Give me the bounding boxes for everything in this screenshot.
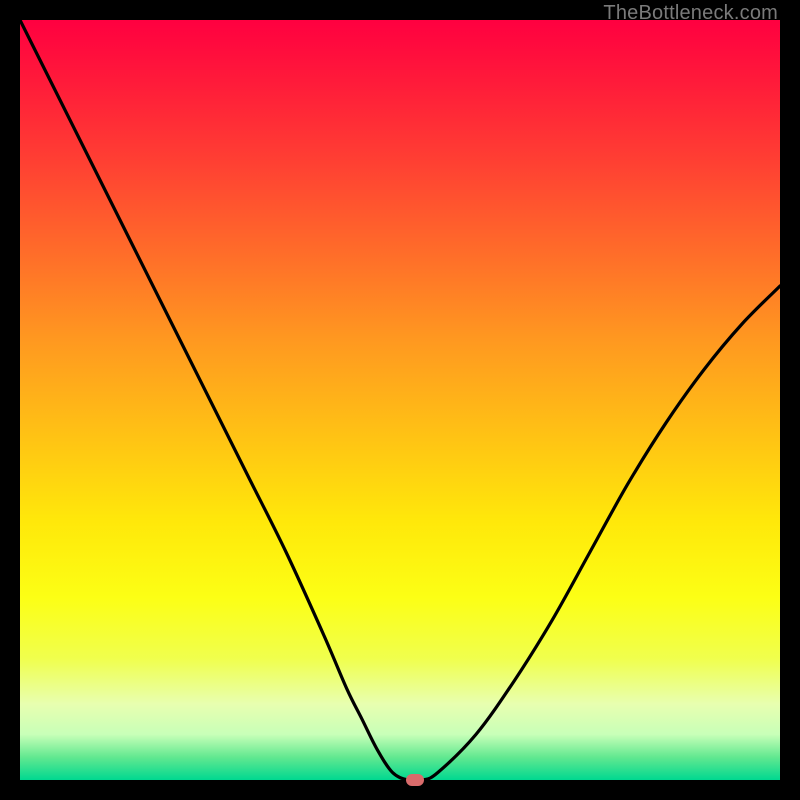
chart-frame: TheBottleneck.com [0,0,800,800]
curve-svg [20,20,780,780]
plot-area [20,20,780,780]
bottleneck-curve-path [20,20,780,780]
optimum-marker [406,774,424,786]
